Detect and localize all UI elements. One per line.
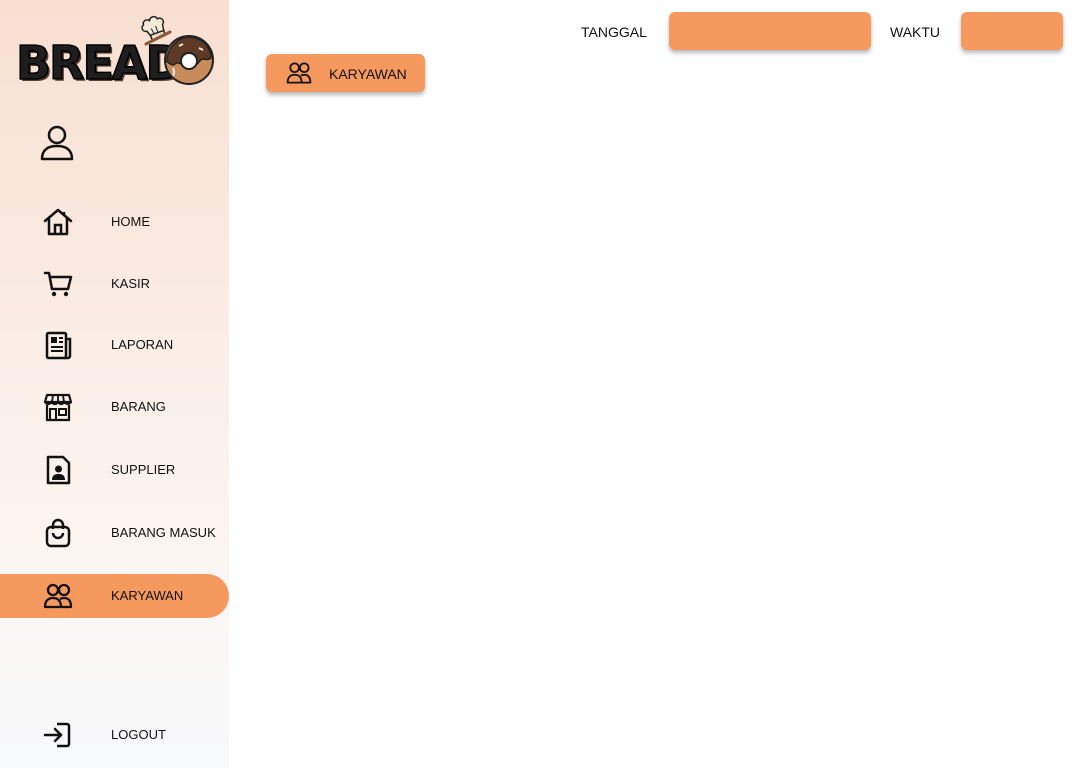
brand-logo[interactable]: BREAD xyxy=(14,12,218,92)
sidebar-item-supplier[interactable]: SUPPLIER xyxy=(0,448,229,492)
sidebar-item-barang[interactable]: BARANG xyxy=(0,385,229,429)
sidebar-item-label: LAPORAN xyxy=(111,337,174,352)
sidebar-item-kasir[interactable]: KASIR xyxy=(0,262,229,306)
sidebar-item-label: KARYAWAN xyxy=(111,588,184,603)
sidebar-item-label: BARANG MASUK xyxy=(111,525,216,540)
sidebar-item-label: BARANG xyxy=(111,399,166,414)
logout-button[interactable]: LOGOUT xyxy=(0,713,229,757)
store-icon xyxy=(43,393,73,422)
date-field[interactable] xyxy=(669,12,871,50)
users-icon xyxy=(43,583,73,609)
time-label: WAKTU xyxy=(890,24,941,40)
sidebar-item-laporan[interactable]: LAPORAN xyxy=(0,323,229,367)
sidebar-item-label: SUPPLIER xyxy=(111,462,176,477)
newspaper-icon xyxy=(45,331,72,360)
page-title: KARYAWAN xyxy=(266,54,425,92)
cart-icon xyxy=(43,271,73,297)
sidebar-item-label: KASIR xyxy=(111,276,151,291)
page-title-label: KARYAWAN xyxy=(329,66,407,82)
donut-icon xyxy=(164,35,214,85)
contact-file-icon xyxy=(46,455,71,485)
shopping-bag-icon xyxy=(45,518,71,548)
users-icon xyxy=(286,62,312,84)
logout-label: LOGOUT xyxy=(111,727,166,742)
time-field[interactable] xyxy=(961,12,1063,50)
sidebar-item-label: HOME xyxy=(111,214,150,229)
home-icon xyxy=(43,208,73,236)
sidebar-item-home[interactable]: HOME xyxy=(0,200,229,244)
logout-icon xyxy=(43,722,71,748)
date-label: TANGGAL xyxy=(581,24,647,40)
user-avatar-icon[interactable] xyxy=(38,124,76,162)
sidebar-item-barang-masuk[interactable]: BARANG MASUK xyxy=(0,511,229,555)
sidebar: BREAD HOME KASIR LAPORAN BARANG SUPPLIER… xyxy=(0,0,229,768)
sidebar-item-karyawan[interactable]: KARYAWAN xyxy=(0,574,229,618)
